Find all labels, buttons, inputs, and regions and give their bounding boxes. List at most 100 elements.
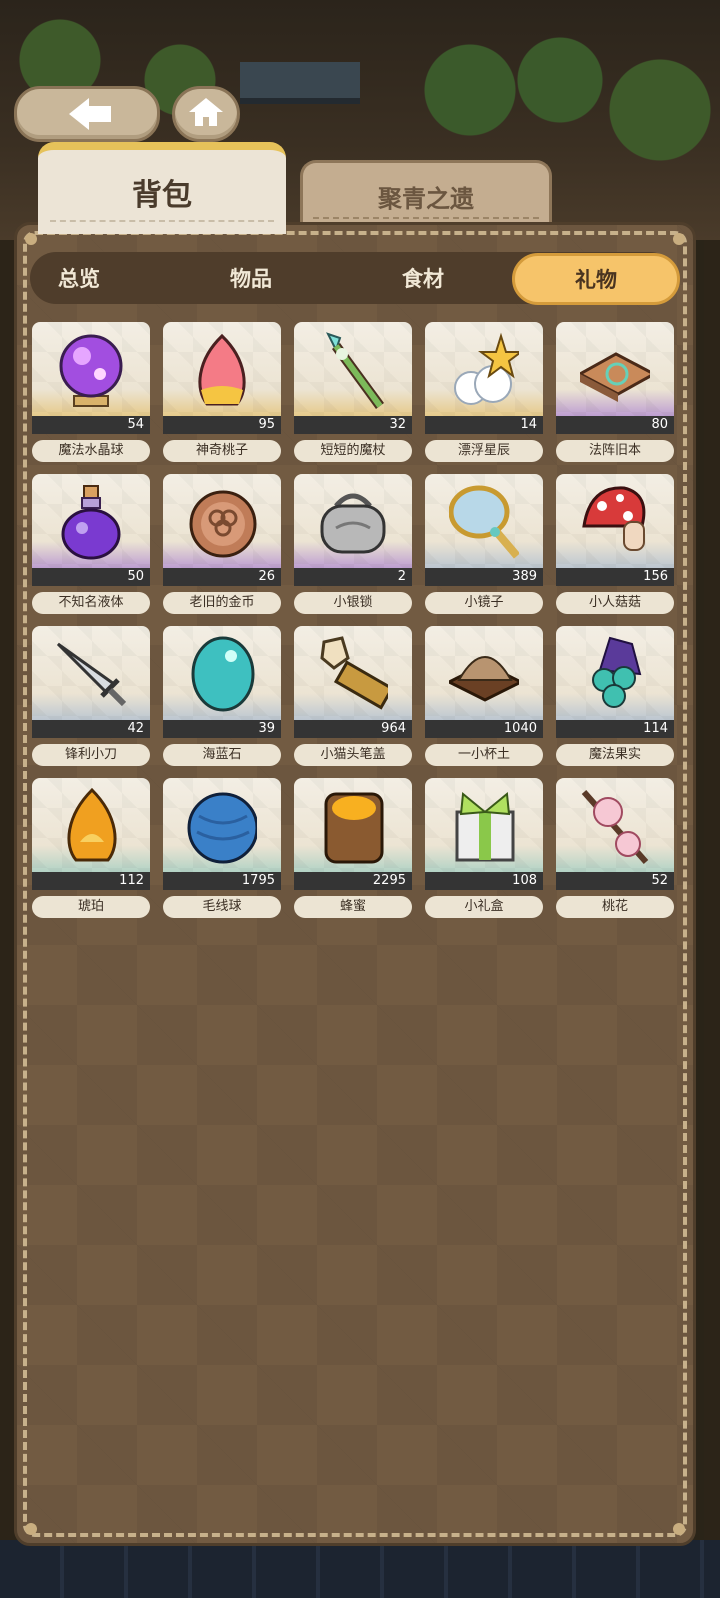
item-image: 39 <box>163 626 281 738</box>
item-card[interactable]: 26 老旧的金币 <box>163 474 281 614</box>
tab-relics[interactable]: 聚青之遗 <box>300 160 552 229</box>
item-count: 39 <box>163 720 281 738</box>
item-image: 32 <box>294 322 412 434</box>
item-name: 海蓝石 <box>163 744 281 766</box>
item-count: 32 <box>294 416 412 434</box>
aquamarine-icon <box>187 634 257 714</box>
item-card[interactable]: 54 魔法水晶球 <box>32 322 150 462</box>
item-name: 毛线球 <box>163 896 281 918</box>
category-gifts[interactable]: 礼物 <box>512 253 680 305</box>
item-count: 964 <box>294 720 412 738</box>
item-image: 114 <box>556 626 674 738</box>
item-image: 95 <box>163 322 281 434</box>
item-image: 108 <box>425 778 543 890</box>
rivet <box>673 1523 685 1535</box>
old-book-icon <box>580 330 650 410</box>
item-card[interactable]: 80 法阵旧本 <box>556 322 674 462</box>
item-card[interactable]: 964 小猫头笔盖 <box>294 626 412 766</box>
item-name: 蜂蜜 <box>294 896 412 918</box>
item-count: 80 <box>556 416 674 434</box>
item-image: 389 <box>425 474 543 586</box>
scenery-building <box>240 62 360 104</box>
item-card[interactable]: 112 琥珀 <box>32 778 150 918</box>
item-image: 80 <box>556 322 674 434</box>
rivet <box>25 1523 37 1535</box>
item-image: 2295 <box>294 778 412 890</box>
item-card[interactable]: 50 不知名液体 <box>32 474 150 614</box>
rivet <box>673 233 685 245</box>
coin-icon <box>187 482 257 562</box>
item-image: 1040 <box>425 626 543 738</box>
item-name: 小人菇菇 <box>556 592 674 614</box>
item-image: 964 <box>294 626 412 738</box>
tab-backpack-label: 背包 <box>132 178 192 213</box>
item-image: 42 <box>32 626 150 738</box>
item-card[interactable]: 39 海蓝石 <box>163 626 281 766</box>
rivet <box>25 233 37 245</box>
item-name: 锋利小刀 <box>32 744 150 766</box>
hand-mirror-icon <box>449 482 519 562</box>
tab-backpack[interactable]: 背包 <box>38 142 286 234</box>
item-count: 95 <box>163 416 281 434</box>
item-image: 50 <box>32 474 150 586</box>
category-ingredients[interactable]: 食材 <box>342 252 504 304</box>
item-image: 14 <box>425 322 543 434</box>
item-name: 桃花 <box>556 896 674 918</box>
cloud-star-icon <box>449 330 519 410</box>
item-name: 魔法果实 <box>556 744 674 766</box>
item-name: 法阵旧本 <box>556 440 674 462</box>
category-gifts-label: 礼物 <box>575 268 617 292</box>
silver-lock-icon <box>318 482 388 562</box>
potion-icon <box>56 482 126 562</box>
category-overview-label: 总览 <box>58 267 100 291</box>
back-button[interactable] <box>14 86 160 142</box>
item-card[interactable]: 2 小银锁 <box>294 474 412 614</box>
item-name: 一小杯土 <box>425 744 543 766</box>
item-name: 琥珀 <box>32 896 150 918</box>
category-overview[interactable]: 总览 <box>0 252 160 304</box>
item-card[interactable]: 114 魔法果实 <box>556 626 674 766</box>
item-card[interactable]: 1040 一小杯土 <box>425 626 543 766</box>
item-image: 156 <box>556 474 674 586</box>
item-count: 112 <box>32 872 150 890</box>
mushroom-icon <box>580 482 650 562</box>
item-name: 老旧的金币 <box>163 592 281 614</box>
item-count: 1795 <box>163 872 281 890</box>
amber-icon <box>56 786 126 866</box>
soil-cup-icon <box>449 634 519 714</box>
item-name: 不知名液体 <box>32 592 150 614</box>
item-card[interactable]: 2295 蜂蜜 <box>294 778 412 918</box>
item-name: 小银锁 <box>294 592 412 614</box>
item-card[interactable]: 1795 毛线球 <box>163 778 281 918</box>
item-card[interactable]: 108 小礼盒 <box>425 778 543 918</box>
item-card[interactable]: 42 锋利小刀 <box>32 626 150 766</box>
item-count: 1040 <box>425 720 543 738</box>
category-items[interactable]: 物品 <box>170 252 332 304</box>
item-count: 114 <box>556 720 674 738</box>
item-image: 2 <box>294 474 412 586</box>
item-card[interactable]: 14 漂浮星辰 <box>425 322 543 462</box>
peach-icon <box>187 330 257 410</box>
knife-icon <box>56 634 126 714</box>
arrow-left-icon <box>69 98 111 130</box>
item-card[interactable]: 95 神奇桃子 <box>163 322 281 462</box>
honey-jar-icon <box>318 786 388 866</box>
item-count: 14 <box>425 416 543 434</box>
home-button[interactable] <box>172 86 240 142</box>
item-card[interactable]: 389 小镜子 <box>425 474 543 614</box>
item-card[interactable]: 156 小人菇菇 <box>556 474 674 614</box>
gift-box-icon <box>449 786 519 866</box>
item-count: 389 <box>425 568 543 586</box>
item-image: 54 <box>32 322 150 434</box>
item-name: 神奇桃子 <box>163 440 281 462</box>
item-count: 42 <box>32 720 150 738</box>
item-count: 156 <box>556 568 674 586</box>
item-card[interactable]: 32 短短的魔杖 <box>294 322 412 462</box>
item-name: 小礼盒 <box>425 896 543 918</box>
crystal-ball-icon <box>56 330 126 410</box>
item-card[interactable]: 52 桃花 <box>556 778 674 918</box>
item-count: 54 <box>32 416 150 434</box>
item-count: 2295 <box>294 872 412 890</box>
item-count: 52 <box>556 872 674 890</box>
item-image: 1795 <box>163 778 281 890</box>
